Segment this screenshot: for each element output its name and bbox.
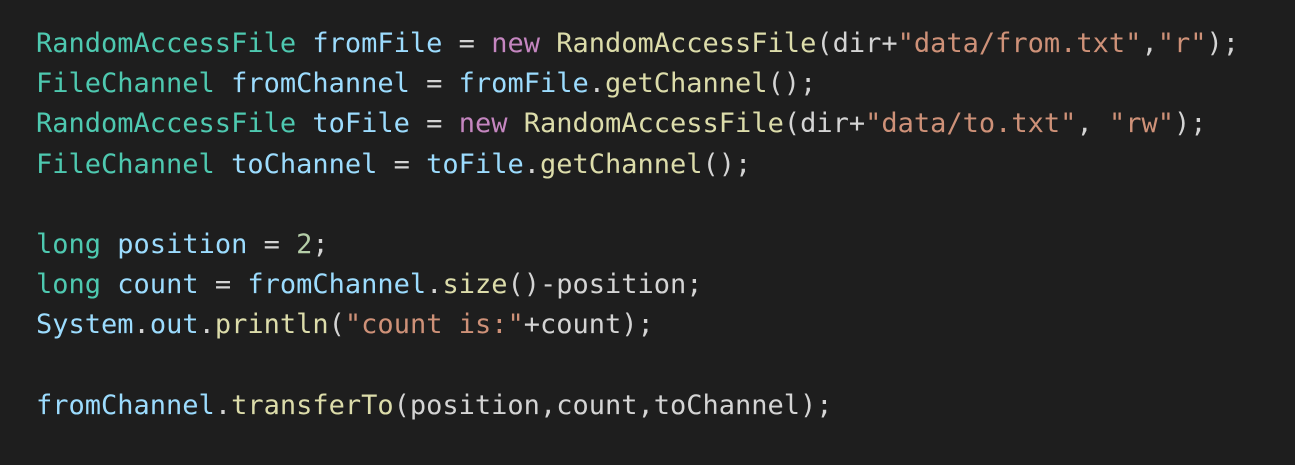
code-token: . bbox=[198, 309, 215, 341]
code-token: println bbox=[214, 309, 329, 341]
code-token: System bbox=[36, 309, 134, 341]
code-line: System.out.println("count is:"+count); bbox=[36, 305, 1295, 345]
code-token: (); bbox=[702, 148, 752, 180]
code-token: new bbox=[458, 108, 508, 140]
code-token: fromFile bbox=[312, 28, 443, 59]
code-token: toFile bbox=[426, 148, 524, 180]
code-token: ); bbox=[1173, 108, 1207, 140]
code-token: FileChannel bbox=[36, 68, 215, 100]
code-line: long position = 2; bbox=[36, 225, 1295, 265]
code-token: (position,count,toChannel); bbox=[393, 389, 833, 421]
code-token: RandomAccessFile bbox=[36, 108, 297, 140]
code-token: . bbox=[523, 148, 540, 180]
code-token: "rw" bbox=[1108, 108, 1174, 140]
code-line: fromChannel.transferTo(position,count,to… bbox=[36, 386, 1295, 426]
code-token: toFile bbox=[312, 108, 410, 140]
code-token: new bbox=[491, 28, 540, 59]
code-token: fromFile bbox=[458, 68, 589, 100]
code-token: (dir+ bbox=[816, 28, 898, 59]
code-token: . bbox=[588, 68, 605, 100]
code-line: RandomAccessFile toFile = new RandomAcce… bbox=[36, 104, 1295, 144]
code-line: FileChannel fromChannel = fromFile.getCh… bbox=[36, 64, 1295, 104]
code-line: RandomAccessFile fromFile = new RandomAc… bbox=[36, 24, 1295, 64]
code-token: +count); bbox=[523, 309, 654, 341]
code-token: "data/from.txt" bbox=[897, 28, 1142, 59]
code-token: ; bbox=[312, 228, 329, 260]
code-token: transferTo bbox=[231, 389, 394, 421]
code-token: ); bbox=[1206, 28, 1240, 59]
code-token: getChannel bbox=[604, 68, 768, 100]
code-token: RandomAccessFile bbox=[556, 28, 817, 59]
code-token: toChannel bbox=[231, 148, 378, 180]
code-token: "data/to.txt" bbox=[865, 108, 1077, 140]
code-token: , bbox=[1141, 28, 1158, 59]
code-token: = bbox=[247, 228, 297, 260]
code-token: fromChannel bbox=[36, 389, 215, 421]
code-token: long bbox=[36, 228, 102, 260]
code-token: . bbox=[133, 309, 150, 341]
code-token: "r" bbox=[1157, 28, 1207, 59]
code-token: long bbox=[36, 269, 102, 301]
code-token: "count is:" bbox=[344, 309, 524, 341]
code-token: getChannel bbox=[539, 148, 703, 180]
code-token: = bbox=[442, 28, 492, 59]
code-token: . bbox=[426, 269, 443, 301]
code-block[interactable]: RandomAccessFile fromFile = new RandomAc… bbox=[36, 24, 1295, 426]
code-token: = bbox=[198, 269, 248, 301]
code-token: RandomAccessFile bbox=[36, 28, 297, 59]
code-token: , bbox=[1076, 108, 1109, 140]
code-token: ()-position; bbox=[507, 269, 703, 301]
code-token: (); bbox=[767, 68, 817, 100]
code-token: fromChannel bbox=[247, 269, 427, 301]
code-line: long count = fromChannel.size()-position… bbox=[36, 265, 1295, 305]
code-token: ( bbox=[328, 309, 345, 341]
code-token: FileChannel bbox=[36, 148, 215, 180]
code-line: FileChannel toChannel = toFile.getChanne… bbox=[36, 145, 1295, 185]
code-token: = bbox=[409, 68, 459, 100]
code-token: . bbox=[214, 389, 232, 421]
code-token: RandomAccessFile bbox=[523, 108, 784, 140]
code-token: 2 bbox=[296, 228, 313, 260]
code-token: = bbox=[409, 108, 459, 140]
code-token: (dir+ bbox=[783, 108, 866, 140]
code-token: count bbox=[117, 269, 199, 301]
code-editor[interactable]: RandomAccessFile fromFile = new RandomAc… bbox=[0, 0, 1295, 465]
code-token: position bbox=[117, 228, 248, 260]
code-token: out bbox=[149, 309, 199, 341]
code-token: fromChannel bbox=[231, 68, 410, 100]
code-token: = bbox=[377, 148, 427, 180]
code-token: size bbox=[442, 269, 508, 301]
